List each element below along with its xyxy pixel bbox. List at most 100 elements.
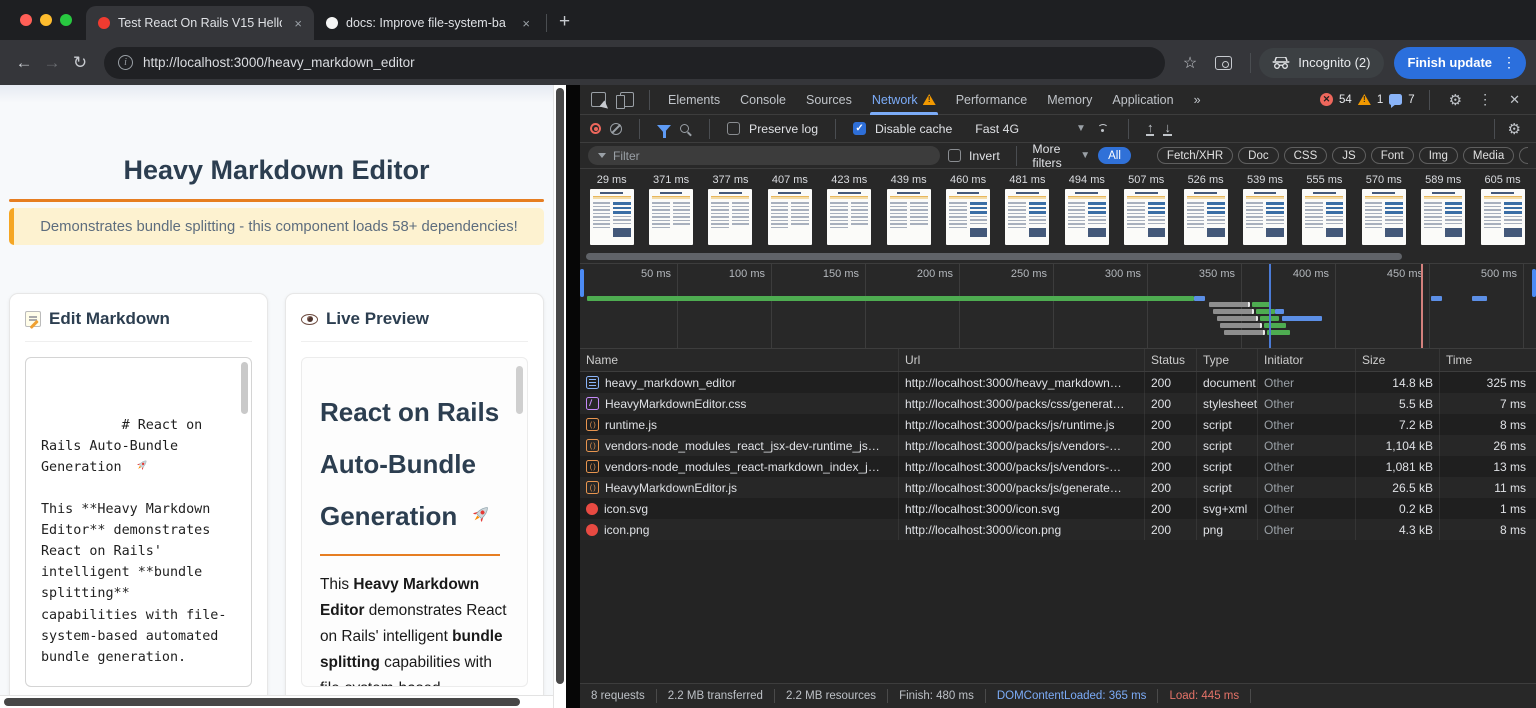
filter-chip-all[interactable]: All (1098, 147, 1131, 164)
devtools-tab-performance[interactable]: Performance (946, 85, 1038, 115)
export-har-icon[interactable]: ↓ (1163, 122, 1172, 136)
filter-chip-js[interactable]: JS (1332, 147, 1365, 164)
filter-chip-media[interactable]: Media (1463, 147, 1514, 164)
network-overview-waterfall[interactable]: 50 ms100 ms150 ms200 ms250 ms300 ms350 m… (580, 263, 1536, 349)
tab-search-icon[interactable] (1215, 56, 1232, 70)
address-bar[interactable]: i http://localhost:3000/heavy_markdown_e… (104, 47, 1165, 79)
filmstrip-frame[interactable]: 460 ms (938, 172, 997, 249)
filmstrip-thumbnail[interactable] (827, 189, 871, 245)
filmstrip-thumbnail[interactable] (1005, 189, 1049, 245)
reload-icon[interactable]: ↻ (66, 49, 94, 77)
tab-close-icon[interactable]: × (290, 16, 306, 31)
request-name-cell[interactable]: icon.svg (580, 498, 899, 519)
request-url-cell[interactable]: http://localhost:3000/icon.png (899, 519, 1145, 540)
network-conditions-icon[interactable] (1095, 123, 1111, 135)
markdown-textarea[interactable]: # React on Rails Auto-Bundle Generation … (25, 357, 252, 687)
filmstrip-frame[interactable]: 507 ms (1117, 172, 1176, 249)
filmstrip-frame[interactable]: 589 ms (1413, 172, 1472, 249)
filmstrip-frame[interactable]: 407 ms (760, 172, 819, 249)
minimize-window-button[interactable] (40, 14, 52, 26)
new-tab-button[interactable]: + (559, 11, 570, 33)
request-time-cell[interactable]: 11 ms (1440, 477, 1536, 498)
request-type-cell[interactable]: script (1197, 456, 1258, 477)
request-size-cell[interactable]: 4.3 kB (1356, 519, 1440, 540)
request-initiator-cell[interactable]: Other (1258, 435, 1356, 456)
filmstrip-thumbnail[interactable] (1481, 189, 1525, 245)
devtools-menu-icon[interactable]: ⋮ (1473, 91, 1497, 108)
devtools-tab-console[interactable]: Console (730, 85, 796, 115)
request-size-cell[interactable]: 0.2 kB (1356, 498, 1440, 519)
request-name-cell[interactable]: ( )vendors-node_modules_react_jsx-dev-ru… (580, 435, 899, 456)
filmstrip-frame[interactable]: 605 ms (1473, 172, 1532, 249)
filmstrip-frame[interactable]: 555 ms (1295, 172, 1354, 249)
request-time-cell[interactable]: 1 ms (1440, 498, 1536, 519)
issues-count[interactable]: 7 (1408, 94, 1414, 106)
error-count[interactable]: 54 (1339, 94, 1352, 106)
devtools-tab-network[interactable]: Network! (862, 85, 946, 115)
request-time-cell[interactable]: 13 ms (1440, 456, 1536, 477)
filmstrip-frame[interactable]: 423 ms (820, 172, 879, 249)
filmstrip-thumbnail[interactable] (1184, 189, 1228, 245)
filter-toggle-icon[interactable] (657, 125, 671, 133)
request-url-cell[interactable]: http://localhost:3000/packs/js/vendors-… (899, 456, 1145, 477)
table-row[interactable]: ( )vendors-node_modules_react-markdown_i… (580, 456, 1536, 477)
error-count-icon[interactable]: ✕ (1320, 93, 1333, 106)
request-url-cell[interactable]: http://localhost:3000/packs/js/runtime.j… (899, 414, 1145, 435)
page-horizontal-scrollbar[interactable] (0, 695, 553, 708)
network-settings-icon[interactable]: ⚙ (1503, 120, 1526, 138)
request-url-cell[interactable]: http://localhost:3000/heavy_markdown… (899, 372, 1145, 393)
filmstrip-thumbnail[interactable] (1362, 189, 1406, 245)
devtools-divider[interactable] (566, 85, 580, 708)
request-status-cell[interactable]: 200 (1145, 435, 1197, 456)
record-network-log-icon[interactable] (590, 123, 601, 134)
filmstrip-frame[interactable]: 481 ms (998, 172, 1057, 249)
disable-cache-checkbox[interactable]: ✓ (853, 122, 866, 135)
forward-icon[interactable]: → (38, 49, 66, 77)
request-time-cell[interactable]: 8 ms (1440, 519, 1536, 540)
devtools-close-icon[interactable]: ✕ (1503, 92, 1526, 108)
more-filters-dropdown-icon[interactable]: ▼ (1080, 150, 1090, 161)
column-header-initiator[interactable]: Initiator (1258, 349, 1356, 371)
zoom-window-button[interactable] (60, 14, 72, 26)
request-type-cell[interactable]: document (1197, 372, 1258, 393)
filmstrip-frame[interactable]: 371 ms (641, 172, 700, 249)
disable-cache-label[interactable]: Disable cache (875, 122, 952, 136)
request-type-cell[interactable]: png (1197, 519, 1258, 540)
devtools-tab-sources[interactable]: Sources (796, 85, 862, 115)
request-type-cell[interactable]: svg+xml (1197, 498, 1258, 519)
request-name-cell[interactable]: ( )runtime.js (580, 414, 899, 435)
tab-close-icon[interactable]: × (518, 16, 534, 31)
request-size-cell[interactable]: 1,104 kB (1356, 435, 1440, 456)
filmstrip-thumbnail[interactable] (1243, 189, 1287, 245)
filmstrip-thumbnail[interactable] (768, 189, 812, 245)
request-status-cell[interactable]: 200 (1145, 519, 1197, 540)
filmstrip-thumbnail[interactable] (590, 189, 634, 245)
site-info-icon[interactable]: i (118, 55, 133, 70)
request-initiator-cell[interactable]: Other (1258, 456, 1356, 477)
table-row[interactable]: ( )HeavyMarkdownEditor.jshttp://localhos… (580, 477, 1536, 498)
column-header-size[interactable]: Size (1356, 349, 1440, 371)
request-url-cell[interactable]: http://localhost:3000/packs/css/generat… (899, 393, 1145, 414)
invert-checkbox[interactable] (948, 149, 961, 162)
filmstrip-thumbnail[interactable] (1302, 189, 1346, 245)
request-time-cell[interactable]: 325 ms (1440, 372, 1536, 393)
column-header-time[interactable]: Time (1440, 349, 1536, 371)
request-time-cell[interactable]: 7 ms (1440, 393, 1536, 414)
table-row[interactable]: ( )vendors-node_modules_react_jsx-dev-ru… (580, 435, 1536, 456)
filmstrip-scroll-thumb[interactable] (586, 253, 1402, 260)
table-row[interactable]: heavy_markdown_editorhttp://localhost:30… (580, 372, 1536, 393)
request-name-cell[interactable]: HeavyMarkdownEditor.css (580, 393, 899, 414)
filmstrip-thumbnail[interactable] (1421, 189, 1465, 245)
close-window-button[interactable] (20, 14, 32, 26)
throttling-dropdown-icon[interactable]: ▼ (1076, 123, 1086, 134)
filter-chip-doc[interactable]: Doc (1238, 147, 1278, 164)
table-row[interactable]: HeavyMarkdownEditor.csshttp://localhost:… (580, 393, 1536, 414)
filter-chip-fetch-xhr[interactable]: Fetch/XHR (1157, 147, 1233, 164)
column-header-status[interactable]: Status (1145, 349, 1197, 371)
filmstrip-thumbnail[interactable] (649, 189, 693, 245)
column-header-type[interactable]: Type (1197, 349, 1258, 371)
request-status-cell[interactable]: 200 (1145, 498, 1197, 519)
request-status-cell[interactable]: 200 (1145, 414, 1197, 435)
devtools-tab-elements[interactable]: Elements (658, 85, 730, 115)
filter-chip-manifest[interactable]: Manifest (1519, 147, 1528, 164)
